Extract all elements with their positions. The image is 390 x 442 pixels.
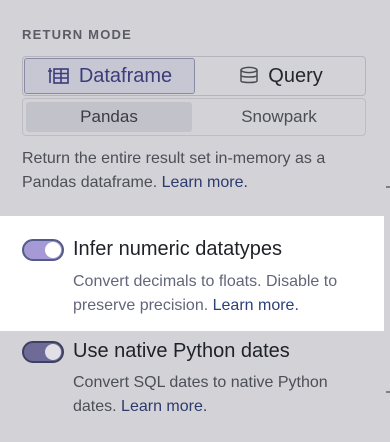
dataframe-icon <box>47 66 71 86</box>
use-native-python-dates-learn-more-link[interactable]: Learn more. <box>121 398 207 415</box>
dataframe-option[interactable]: Dataframe <box>24 58 195 94</box>
toggle-knob <box>45 343 61 360</box>
use-native-python-dates-row: Use native Python dates <box>22 340 290 363</box>
use-native-python-dates-description: Convert SQL dates to native Python dates… <box>73 371 373 419</box>
return-mode-primary-segmented-control: Dataframe Query <box>22 56 366 96</box>
highlighted-setting: Infer numeric datatypes Convert decimals… <box>0 216 384 331</box>
pandas-option[interactable]: Pandas <box>26 102 192 132</box>
query-option[interactable]: Query <box>196 57 365 95</box>
use-native-python-dates-toggle[interactable] <box>22 340 64 363</box>
infer-numeric-datatypes-toggle[interactable] <box>22 238 64 261</box>
return-mode-secondary-segmented-control: Pandas Snowpark <box>22 98 366 136</box>
database-icon <box>238 66 260 86</box>
infer-numeric-datatypes-learn-more-link[interactable]: Learn more. <box>213 297 299 314</box>
return-mode-panel: RETURN MODE Dataframe Query Pandas Snowp… <box>0 0 390 442</box>
infer-numeric-datatypes-description: Convert decimals to floats. Disable to p… <box>73 270 373 318</box>
scroll-edge-mark <box>386 391 390 393</box>
return-mode-description: Return the entire result set in-memory a… <box>22 147 362 195</box>
snowpark-option[interactable]: Snowpark <box>196 102 362 132</box>
dataframe-option-label: Dataframe <box>78 64 173 87</box>
infer-numeric-datatypes-row: Infer numeric datatypes <box>22 238 282 261</box>
toggle-knob <box>45 241 61 258</box>
use-native-python-dates-label: Use native Python dates <box>73 340 290 362</box>
return-mode-heading: RETURN MODE <box>22 27 132 42</box>
infer-numeric-datatypes-label: Infer numeric datatypes <box>73 238 282 260</box>
return-mode-learn-more-link[interactable]: Learn more. <box>162 174 248 191</box>
scroll-edge-mark <box>386 186 390 188</box>
query-option-label: Query <box>268 64 323 87</box>
